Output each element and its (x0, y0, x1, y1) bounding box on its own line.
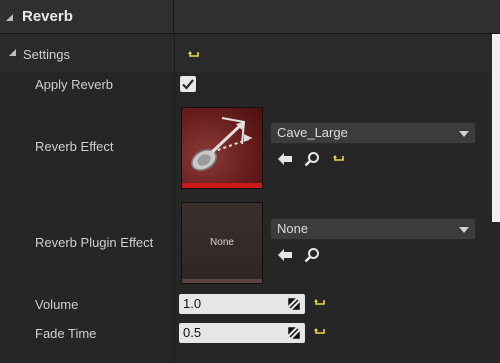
use-selected-asset-button[interactable] (276, 247, 294, 263)
collapse-triangle-icon[interactable] (6, 14, 13, 21)
reverb-asset-icon (191, 117, 253, 171)
reverb-plugin-effect-thumbnail[interactable]: None (181, 202, 263, 284)
volume-value: 1.0 (183, 296, 202, 311)
volume-input[interactable]: 1.0 (179, 294, 305, 314)
reverb-plugin-effect-value: None (277, 221, 309, 236)
thumbnail-none-text: None (210, 237, 234, 248)
thumbnail-color-bar (182, 183, 262, 188)
drag-handle-icon[interactable] (288, 327, 300, 339)
reverb-effect-thumbnail[interactable] (181, 107, 263, 189)
fade-time-value: 0.5 (183, 325, 202, 340)
reset-to-default-icon[interactable] (188, 50, 200, 60)
arrow-left-icon (278, 249, 292, 261)
settings-collapse-triangle-icon[interactable] (9, 49, 16, 56)
apply-reverb-checkbox[interactable] (180, 76, 196, 92)
drag-handle-icon[interactable] (288, 298, 300, 310)
fade-time-input[interactable]: 0.5 (179, 323, 305, 343)
chevron-down-icon (459, 227, 469, 233)
reverb-effect-value: Cave_Large (277, 125, 348, 140)
arrow-left-icon (278, 153, 292, 165)
reverb-plugin-effect-combo[interactable]: None (270, 218, 476, 240)
use-selected-asset-button[interactable] (276, 151, 294, 167)
browse-asset-button[interactable] (303, 247, 321, 263)
reset-to-default-icon[interactable] (314, 298, 326, 308)
reset-to-default-icon[interactable] (314, 327, 326, 337)
reverb-effect-combo[interactable]: Cave_Large (270, 122, 476, 144)
settings-group-header[interactable] (0, 34, 500, 72)
apply-reverb-label: Apply Reverb (35, 77, 114, 92)
details-panel: Reverb Settings Apply Reverb Reverb Effe… (0, 0, 500, 363)
column-divider (174, 34, 175, 363)
category-title: Reverb (22, 8, 73, 25)
search-icon (304, 152, 319, 167)
fade-time-label: Fade Time (35, 326, 97, 341)
settings-label: Settings (23, 47, 70, 62)
reset-to-default-icon[interactable] (333, 154, 345, 164)
scrollbar[interactable] (492, 34, 500, 222)
reverb-effect-label: Reverb Effect (35, 139, 114, 154)
chevron-down-icon (459, 131, 469, 137)
checkmark-icon (182, 79, 194, 90)
volume-label: Volume (35, 297, 79, 312)
thumbnail-color-bar (182, 279, 262, 283)
reverb-plugin-effect-label: Reverb Plugin Effect (35, 235, 154, 250)
browse-asset-button[interactable] (303, 151, 321, 167)
category-header-reverb[interactable]: Reverb (0, 0, 500, 34)
search-icon (304, 248, 319, 263)
